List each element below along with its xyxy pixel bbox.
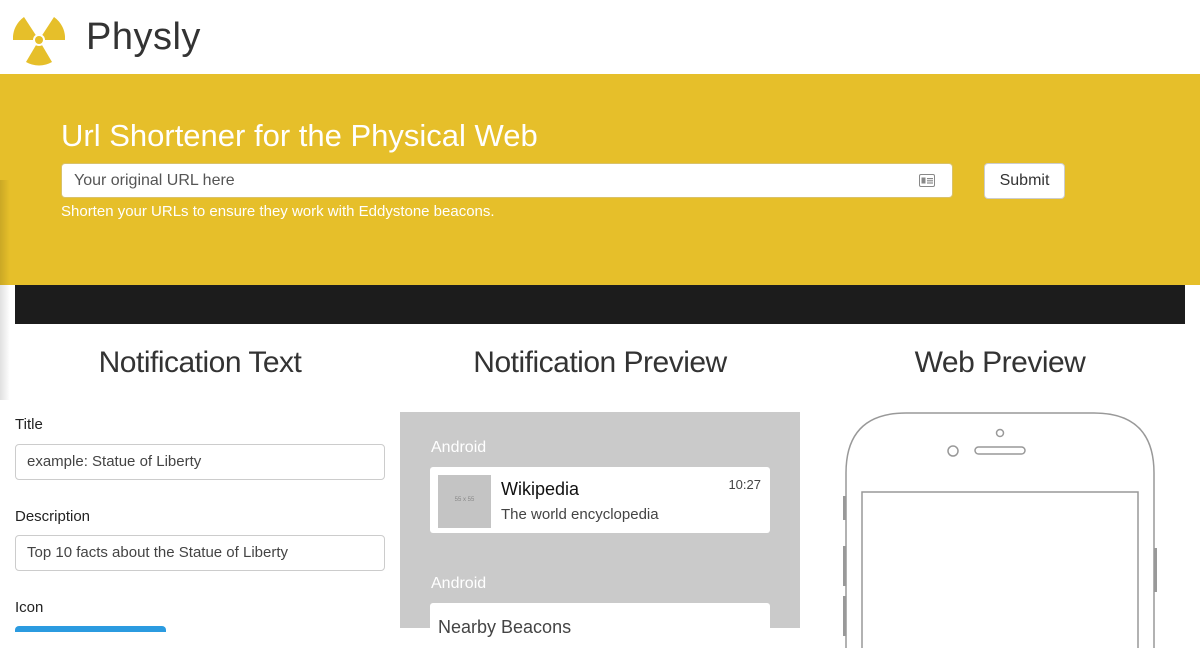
android-label-2: Android bbox=[431, 575, 487, 592]
submit-button[interactable]: Submit bbox=[984, 163, 1065, 199]
radiation-logo-icon[interactable] bbox=[13, 14, 65, 66]
url-input[interactable] bbox=[62, 164, 926, 197]
hero-hint-text: Shorten your URLs to ensure they work wi… bbox=[61, 203, 495, 220]
thumbnail-size-text: 55 x 55 bbox=[454, 497, 475, 503]
notification-thumbnail: 55 x 55 bbox=[438, 475, 491, 528]
icon-upload-button[interactable] bbox=[15, 626, 166, 632]
android-label: Android bbox=[431, 439, 487, 456]
notification-time: 10:27 bbox=[728, 477, 761, 492]
title-field[interactable]: example: Statue of Liberty bbox=[15, 444, 385, 480]
title-label: Title bbox=[15, 416, 43, 433]
web-preview-heading: Web Preview bbox=[914, 346, 1086, 379]
notification-subtitle: The world encyclopedia bbox=[501, 506, 659, 523]
description-field[interactable]: Top 10 facts about the Statue of Liberty bbox=[15, 535, 385, 571]
brand-name[interactable]: Physly bbox=[86, 16, 201, 59]
hero-title: Url Shortener for the Physical Web bbox=[61, 118, 538, 153]
notification-title: Wikipedia bbox=[501, 479, 580, 499]
notification-card[interactable]: 55 x 55 Wikipedia The world encyclopedia… bbox=[430, 467, 770, 533]
notification-preview-heading: Notification Preview bbox=[473, 346, 727, 379]
nearby-beacons-card[interactable]: Nearby Beacons bbox=[430, 603, 770, 643]
dark-banner bbox=[15, 285, 1185, 324]
hero-section: Url Shortener for the Physical Web Submi… bbox=[0, 74, 1200, 285]
description-label: Description bbox=[15, 508, 91, 525]
top-bar: Physly bbox=[0, 0, 1200, 74]
url-input-wrapper bbox=[61, 163, 953, 198]
phone-outline-icon bbox=[843, 412, 1157, 648]
icon-label: Icon bbox=[15, 599, 44, 616]
notification-text-heading: Notification Text bbox=[98, 346, 302, 379]
contact-card-icon bbox=[919, 174, 935, 187]
